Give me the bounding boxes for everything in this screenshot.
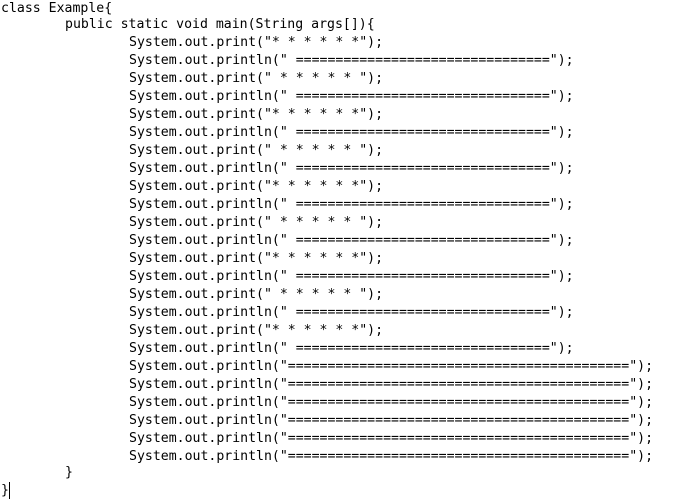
code-line: System.out.print("* * * * * *"); (129, 179, 384, 194)
code-line: System.out.println("====================… (129, 359, 654, 374)
text-cursor (9, 482, 10, 499)
code-line: System.out.println("====================… (129, 449, 654, 464)
code-line: System.out.println(" ===================… (129, 53, 574, 68)
code-line: System.out.println("====================… (129, 395, 654, 410)
code-line: System.out.print("* * * * * *"); (129, 107, 384, 122)
code-line: System.out.println("====================… (129, 431, 654, 446)
code-line: System.out.println(" ===================… (129, 89, 574, 104)
code-line: System.out.println(" ===================… (129, 341, 574, 356)
code-line: System.out.println(" ===================… (129, 269, 574, 284)
code-editor[interactable]: class Example{ public static void main(S… (0, 0, 687, 503)
code-line: System.out.println(" ===================… (129, 197, 574, 212)
code-line: System.out.print("* * * * * *"); (129, 323, 384, 338)
code-line: public static void main(String args[]){ (65, 17, 375, 32)
code-line: } (65, 465, 73, 480)
code-line: System.out.print("* * * * * *"); (129, 35, 384, 50)
code-line: System.out.println("====================… (129, 377, 654, 392)
code-line: } (1, 483, 9, 498)
code-line: System.out.println("====================… (129, 413, 654, 428)
code-line: System.out.print(" * * * * * "); (129, 71, 384, 86)
code-line: System.out.print(" * * * * * "); (129, 143, 384, 158)
code-line: System.out.print(" * * * * * "); (129, 287, 384, 302)
code-line: System.out.println(" ===================… (129, 161, 574, 176)
code-line: System.out.println(" ===================… (129, 233, 574, 248)
code-line: System.out.println(" ===================… (129, 305, 574, 320)
code-line: System.out.print("* * * * * *"); (129, 251, 384, 266)
code-line: System.out.println(" ===================… (129, 125, 574, 140)
code-line: System.out.print(" * * * * * "); (129, 215, 384, 230)
